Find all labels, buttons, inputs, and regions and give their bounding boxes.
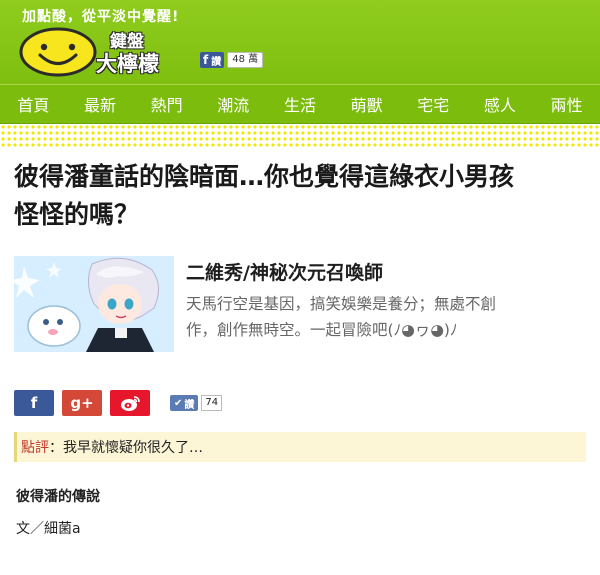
author-avatar[interactable] — [14, 256, 174, 352]
weibo-share-button[interactable] — [110, 390, 150, 416]
facebook-like-count: 48 萬 — [227, 52, 264, 68]
editor-comment: 點評 ：我早就懷疑你很久了… — [14, 432, 586, 462]
nav-item-gender[interactable]: 兩性 — [551, 92, 583, 116]
comment-text: ：我早就懷疑你很久了… — [49, 440, 203, 456]
facebook-like-button[interactable]: f 讚 — [200, 52, 225, 68]
nav-item-touching[interactable]: 感人 — [484, 92, 516, 116]
article-title: 彼得潘童話的陰暗面…你也覺得這綠衣小男孩 怪怪的嗎？ — [14, 158, 586, 234]
nav-item-life[interactable]: 生活 — [284, 92, 316, 116]
google-plus-icon: g+ — [70, 394, 94, 412]
facebook-like-label: 讚 — [211, 56, 222, 68]
nav-item-trend[interactable]: 潮流 — [217, 92, 249, 116]
nav-item-hot[interactable]: 熱門 — [151, 92, 183, 116]
nav-item-pets[interactable]: 萌獸 — [351, 92, 383, 116]
brand-line-2: 大檸檬 — [96, 51, 159, 76]
article-title-line-1: 彼得潘童話的陰暗面…你也覺得這綠衣小男孩 — [14, 162, 515, 191]
article-like-button[interactable]: ✔ 讚 — [170, 395, 199, 411]
author-name[interactable]: 二維秀/神秘次元召喚師 — [186, 258, 496, 285]
article-like-label: 讚 — [184, 399, 195, 411]
article-like-count: 74 — [201, 395, 223, 411]
article-like-widget: ✔ 讚 74 — [170, 395, 223, 411]
facebook-share-button[interactable]: f — [14, 390, 54, 416]
author-desc-line-1: 天馬行空是基因，搞笑娛樂是養分；無處不創 — [186, 295, 497, 313]
article-title-line-2: 怪怪的嗎？ — [14, 200, 140, 229]
author-card: 二維秀/神秘次元召喚師 天馬行空是基因，搞笑娛樂是養分；無處不創 作，創作無時空… — [14, 256, 586, 352]
section-heading: 彼得潘的傳說 — [16, 489, 100, 505]
google-plus-share-button[interactable]: g+ — [62, 390, 102, 416]
nav-item-home[interactable]: 首頁 — [17, 92, 49, 116]
nav-item-latest[interactable]: 最新 — [84, 92, 116, 116]
check-icon: ✔ — [174, 397, 183, 409]
brand-line-1: 鍵盤 — [110, 32, 144, 52]
site-header: 加點酸，從平淡中覺醒! 鍵盤 大檸檬 f 讚 48 萬 — [0, 0, 600, 84]
lemon-logo-icon[interactable] — [18, 26, 98, 78]
author-desc-line-2: 作，創作無時空。一起冒險吧(ﾉ◕ヮ◕)ﾉ — [186, 321, 458, 339]
facebook-like-widget: f 讚 48 萬 — [200, 52, 264, 68]
comment-label: 點評 — [21, 440, 49, 456]
site-tagline: 加點酸，從平淡中覺醒! — [22, 9, 180, 25]
weibo-icon — [121, 396, 140, 411]
main-nav: 首頁 最新 熱門 潮流 生活 萌獸 宅宅 感人 兩性 — [0, 84, 600, 124]
facebook-icon: f — [30, 394, 38, 412]
share-bar: f g+ ✔ 讚 74 — [14, 390, 586, 416]
nav-item-otaku[interactable]: 宅宅 — [417, 92, 449, 116]
author-description: 天馬行空是基因，搞笑娛樂是養分；無處不創 作，創作無時空。一起冒險吧(ﾉ◕ヮ◕)… — [186, 291, 496, 343]
decorative-dot-band — [0, 124, 600, 148]
article-byline: 文／細菌a — [16, 521, 81, 537]
site-brand[interactable]: 鍵盤 大檸檬 — [96, 32, 159, 74]
facebook-icon: f — [203, 53, 209, 67]
